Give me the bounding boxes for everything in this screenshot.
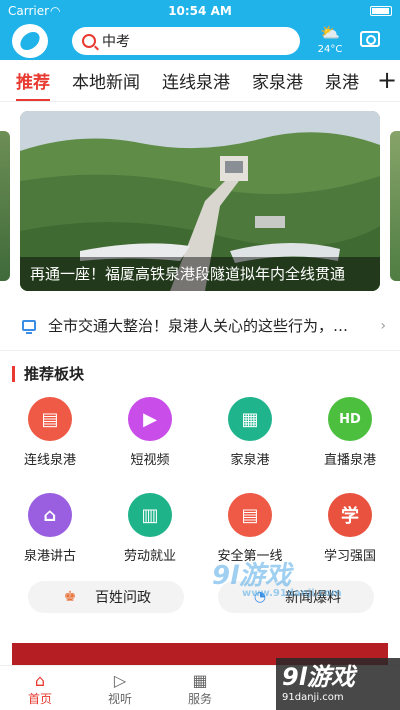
- grid-item-label: 泉港讲古: [23, 549, 76, 564]
- watermark-corner-title: 9l游戏: [282, 663, 355, 691]
- video-icon: ▶: [128, 397, 172, 441]
- grid-item-storytelling[interactable]: ⌂ 泉港讲古: [0, 493, 100, 577]
- grid-item-lianxian[interactable]: ▤ 连线泉港: [0, 397, 100, 481]
- grid-item-home-quangang[interactable]: ▦ 家泉港: [200, 397, 300, 481]
- grid-item-label: 劳动就业: [123, 549, 176, 564]
- partly-cloudy-icon: ⛅: [320, 23, 340, 42]
- bottom-tab-label: 首页: [27, 692, 52, 706]
- grid-item-label: 直播泉港: [323, 453, 376, 468]
- grid-item-employment[interactable]: ▥ 劳动就业: [100, 493, 200, 577]
- ticker-headline[interactable]: 全市交通大整治！泉港人关心的这些行为，…: [48, 315, 368, 336]
- play-icon: ▷: [113, 671, 127, 690]
- banner-carousel[interactable]: 再通一座！福厦高铁泉港段隧道拟年内全线贯通: [0, 111, 400, 301]
- weather-widget[interactable]: ⛅ 24°C: [312, 22, 348, 56]
- banner-prev-peek[interactable]: [0, 131, 10, 281]
- watermark-center-title: 9l游戏: [212, 561, 292, 591]
- document-icon: ▤: [228, 493, 272, 537]
- app-logo: [12, 24, 48, 58]
- watermark-corner: 9l游戏 91danji.com: [276, 658, 400, 710]
- app-header: 中考 ⛅ 24°C: [0, 22, 400, 60]
- watermark-corner-url: 91danji.com: [282, 692, 344, 703]
- grid-item-label: 连线泉港: [23, 453, 76, 468]
- status-bar: Carrier ◠ 10:54 AM: [0, 0, 400, 22]
- bottom-tab-label: 视听: [107, 692, 132, 706]
- grid-icon: ▦: [192, 671, 208, 690]
- tab-lianxian[interactable]: 连线泉港: [162, 68, 230, 93]
- live-camera-icon: HD: [328, 397, 372, 441]
- monitor-icon: [22, 320, 36, 334]
- grid-item-label: 短视频: [130, 453, 170, 468]
- banner-slide[interactable]: 再通一座！福厦高铁泉港段隧道拟年内全线贯通: [20, 111, 380, 291]
- grid-item-short-video[interactable]: ▶ 短视频: [100, 397, 200, 481]
- watermark-center: 9l游戏 www.91danji.com: [212, 555, 342, 599]
- section-title: 推荐板块: [0, 351, 400, 397]
- search-input[interactable]: 中考: [102, 31, 130, 51]
- tab-local-news[interactable]: 本地新闻: [72, 68, 140, 93]
- battery-icon: [370, 6, 392, 16]
- camera-icon[interactable]: [360, 31, 380, 47]
- search-bar[interactable]: 中考: [72, 27, 300, 55]
- bottom-tab-label: 服务: [187, 692, 212, 706]
- chevron-right-icon: ›: [380, 318, 386, 334]
- house-icon: ⌂: [28, 493, 72, 537]
- weather-temp: 24°C: [317, 44, 343, 55]
- news-ticker[interactable]: 全市交通大整治！泉港人关心的这些行为，… ›: [0, 301, 400, 351]
- tab-recommend[interactable]: 推荐: [16, 68, 50, 101]
- banner-caption: 再通一座！福厦高铁泉港段隧道拟年内全线贯通: [20, 257, 380, 291]
- bottom-tab-home[interactable]: ⌂ 首页: [0, 666, 80, 710]
- feature-grid: ▤ 连线泉港 ▶ 短视频 ▦ 家泉港 HD 直播泉港 ⌂ 泉港讲古 ▥ 劳动就业…: [0, 397, 400, 577]
- bottom-tab-media[interactable]: ▷ 视听: [80, 666, 160, 710]
- study-icon: 学: [328, 493, 372, 537]
- factory-icon: ▥: [128, 493, 172, 537]
- bottom-tab-service[interactable]: ▦ 服务: [160, 666, 240, 710]
- newspaper-icon: ▤: [28, 397, 72, 441]
- tab-home-quangang[interactable]: 家泉港: [252, 68, 303, 93]
- action-label: 百姓问政: [95, 590, 151, 606]
- add-channel-button[interactable]: +: [374, 60, 400, 101]
- watermark-center-url: www.91danji.com: [242, 588, 342, 599]
- channel-tabs: 推荐 本地新闻 连线泉港 家泉港 泉港 +: [0, 60, 400, 102]
- grid-item-label: 家泉港: [230, 453, 270, 468]
- public-inquiry-button[interactable]: ♚ 百姓问政: [28, 581, 184, 613]
- clock: 10:54 AM: [168, 4, 232, 18]
- people-icon: ♚: [63, 589, 77, 605]
- home-icon: ⌂: [34, 671, 46, 690]
- search-icon: [82, 34, 96, 48]
- banner-next-peek[interactable]: [390, 131, 400, 281]
- tab-quangang[interactable]: 泉港: [325, 68, 359, 93]
- building-icon: ▦: [228, 397, 272, 441]
- grid-item-live[interactable]: HD 直播泉港: [300, 397, 400, 481]
